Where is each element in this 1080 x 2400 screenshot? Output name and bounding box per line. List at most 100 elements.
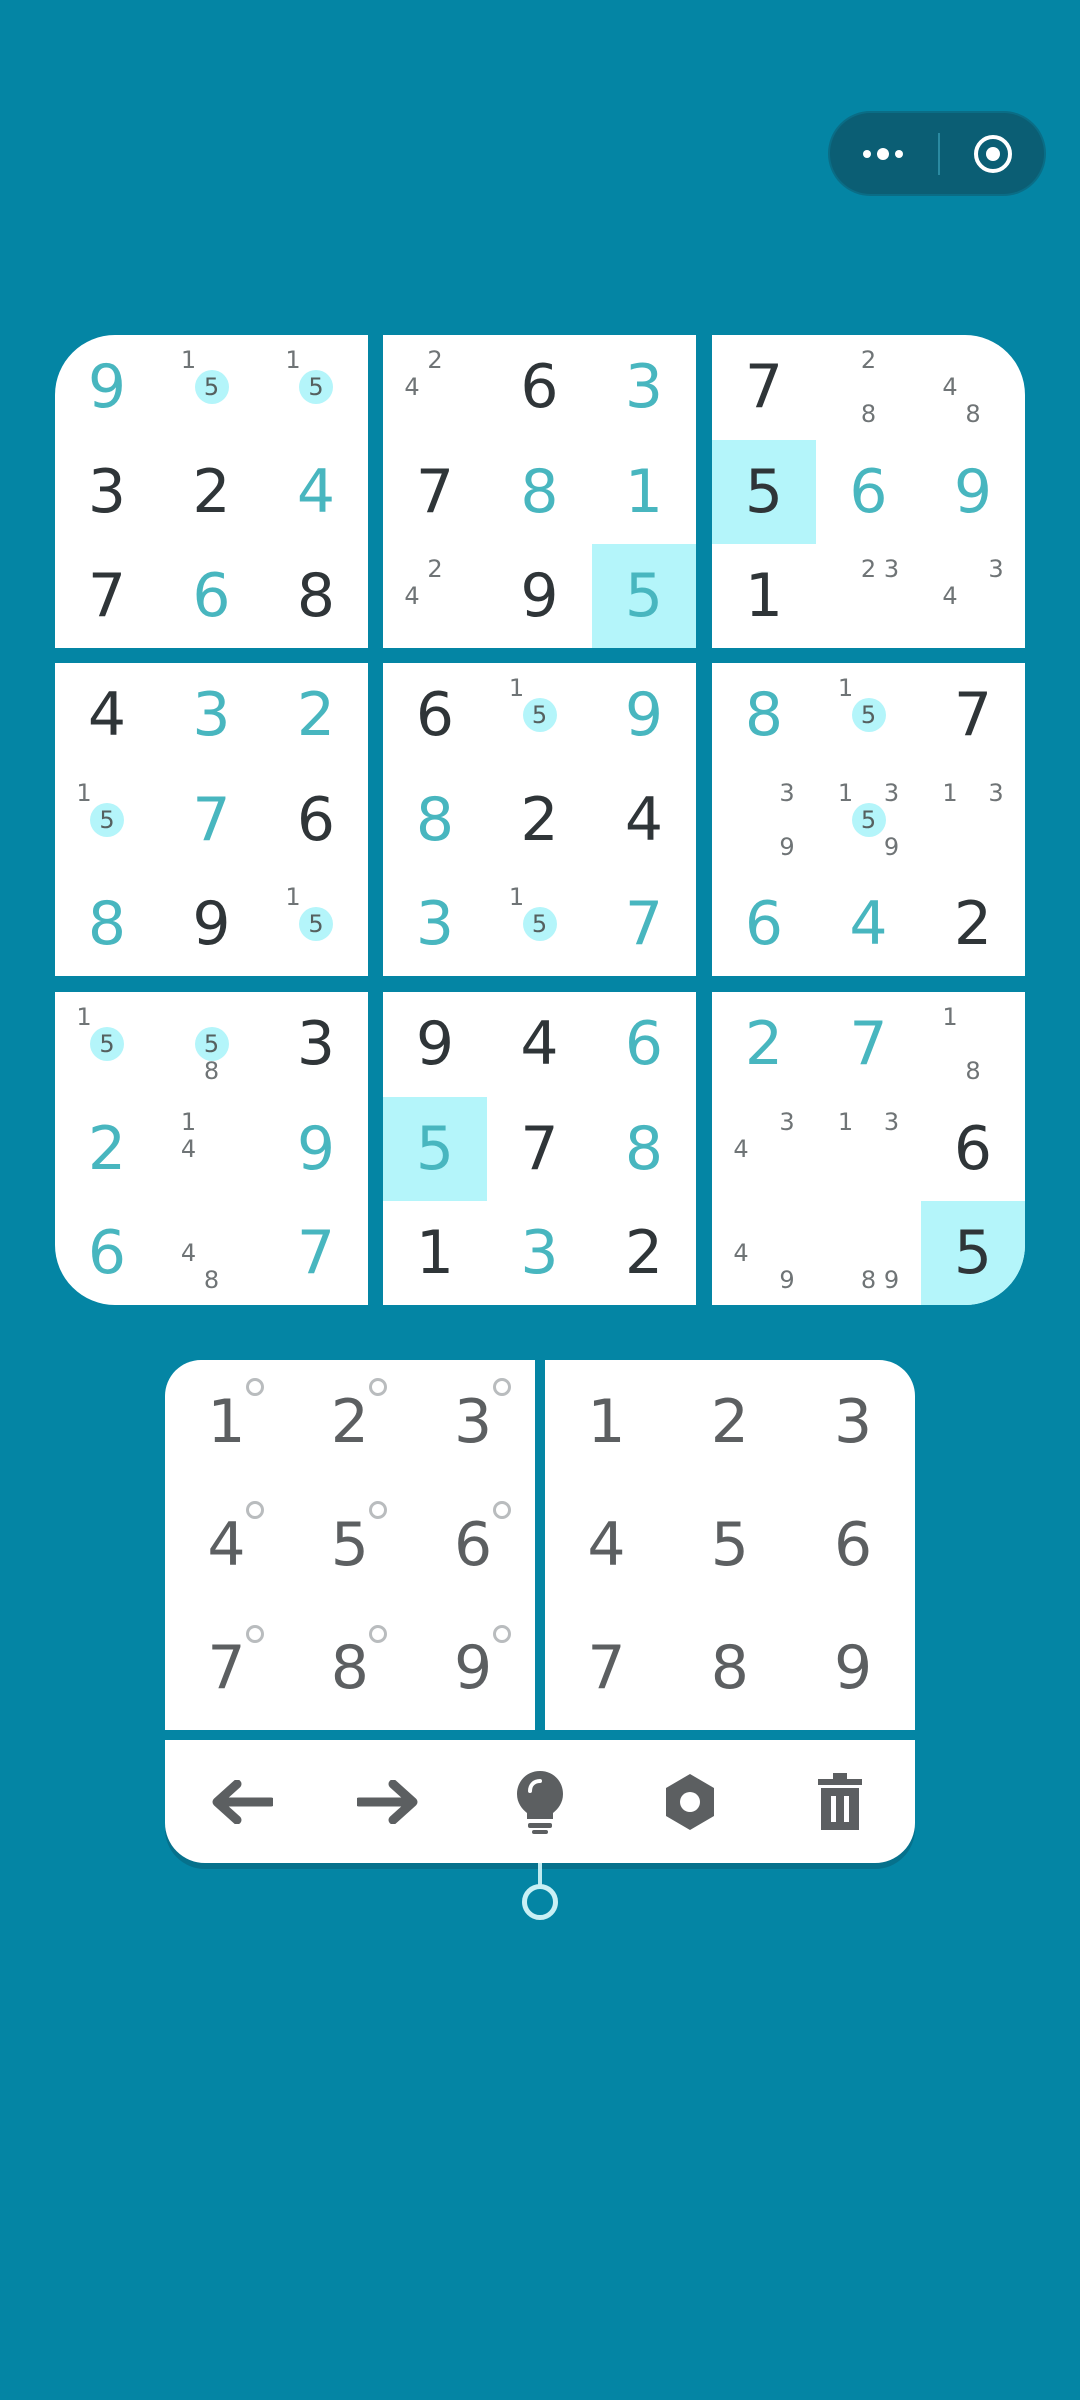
note-key-7[interactable]: 7	[165, 1607, 288, 1730]
sudoku-cell[interactable]: 1	[592, 440, 696, 544]
sudoku-cell[interactable]: 6	[817, 440, 921, 544]
sudoku-cell[interactable]: 89	[817, 1201, 921, 1305]
number-key-5[interactable]: 5	[668, 1483, 791, 1606]
redo-button[interactable]	[315, 1740, 465, 1863]
sudoku-cell[interactable]: 5	[383, 1096, 487, 1201]
sudoku-cell[interactable]: 7	[488, 1097, 592, 1201]
number-key-6[interactable]: 6	[792, 1483, 915, 1606]
sudoku-cell[interactable]: 4	[488, 992, 592, 1096]
sudoku-cell[interactable]: 15	[264, 872, 368, 976]
sudoku-cell[interactable]: 13	[817, 1097, 921, 1201]
sudoku-cell[interactable]: 49	[712, 1201, 816, 1305]
number-key-3[interactable]: 3	[792, 1360, 915, 1483]
sudoku-cell[interactable]: 3	[160, 663, 264, 767]
number-key-1[interactable]: 1	[545, 1360, 668, 1483]
sudoku-cell[interactable]: 9	[383, 992, 487, 1096]
sudoku-cell[interactable]: 6	[55, 1201, 159, 1305]
sudoku-cell[interactable]: 2	[488, 768, 592, 872]
number-key-8[interactable]: 8	[668, 1607, 791, 1730]
sudoku-cell[interactable]: 7	[264, 1201, 368, 1305]
sudoku-cell[interactable]: 1359	[817, 768, 921, 872]
sudoku-cell[interactable]: 7	[921, 663, 1025, 767]
number-key-2[interactable]: 2	[668, 1360, 791, 1483]
sudoku-cell[interactable]: 3	[592, 335, 696, 439]
sudoku-cell[interactable]: 4	[592, 768, 696, 872]
sudoku-cell[interactable]: 43	[921, 544, 1025, 648]
sudoku-cell[interactable]: 3	[55, 440, 159, 544]
sudoku-cell[interactable]: 6	[488, 335, 592, 439]
sudoku-cell[interactable]: 9	[160, 872, 264, 976]
sudoku-cell[interactable]: 2	[160, 440, 264, 544]
sudoku-cell[interactable]: 15	[488, 663, 592, 767]
sudoku-cell[interactable]: 9	[55, 335, 159, 439]
note-key-6[interactable]: 6	[412, 1483, 535, 1606]
sudoku-cell[interactable]: 7	[160, 768, 264, 872]
sudoku-cell[interactable]: 6	[592, 992, 696, 1096]
sudoku-cell[interactable]: 3	[488, 1201, 592, 1305]
sudoku-cell[interactable]: 13	[921, 768, 1025, 872]
sudoku-cell[interactable]: 23	[817, 544, 921, 648]
sudoku-cell[interactable]: 58	[160, 992, 264, 1096]
sudoku-cell[interactable]: 7	[592, 872, 696, 976]
note-key-4[interactable]: 4	[165, 1483, 288, 1606]
sudoku-cell[interactable]: 7	[712, 335, 816, 439]
sudoku-cell[interactable]: 5	[712, 439, 816, 544]
sudoku-cell[interactable]: 28	[817, 335, 921, 439]
note-key-9[interactable]: 9	[412, 1607, 535, 1730]
sudoku-cell[interactable]: 8	[383, 768, 487, 872]
sudoku-cell[interactable]: 8	[712, 663, 816, 767]
sudoku-cell[interactable]: 3	[383, 872, 487, 976]
hint-button[interactable]	[465, 1740, 615, 1863]
sudoku-cell[interactable]: 18	[921, 992, 1025, 1096]
number-key-9[interactable]: 9	[792, 1607, 915, 1730]
sudoku-cell[interactable]: 42	[383, 544, 487, 648]
note-key-2[interactable]: 2	[288, 1360, 411, 1483]
sudoku-cell[interactable]: 8	[592, 1097, 696, 1201]
sudoku-cell[interactable]: 8	[55, 872, 159, 976]
sudoku-cell[interactable]: 2	[921, 872, 1025, 976]
sudoku-cell[interactable]: 6	[160, 544, 264, 648]
sudoku-cell[interactable]: 2	[712, 992, 816, 1096]
note-key-1[interactable]: 1	[165, 1360, 288, 1483]
sudoku-cell[interactable]: 4	[264, 440, 368, 544]
sudoku-cell[interactable]: 42	[383, 335, 487, 439]
note-key-5[interactable]: 5	[288, 1483, 411, 1606]
sudoku-cell[interactable]: 7	[55, 544, 159, 648]
sudoku-cell[interactable]: 5	[592, 544, 696, 648]
sudoku-cell[interactable]: 4	[55, 663, 159, 767]
drag-handle[interactable]	[522, 1884, 558, 1920]
sudoku-cell[interactable]: 6	[264, 768, 368, 872]
sudoku-cell[interactable]: 15	[488, 872, 592, 976]
sudoku-cell[interactable]: 1	[712, 544, 816, 648]
more-button[interactable]	[830, 113, 936, 194]
note-key-3[interactable]: 3	[412, 1360, 535, 1483]
sudoku-cell[interactable]: 8	[488, 440, 592, 544]
sudoku-cell[interactable]: 48	[921, 335, 1025, 439]
sudoku-cell[interactable]: 43	[712, 1097, 816, 1201]
undo-button[interactable]	[165, 1740, 315, 1863]
sudoku-cell[interactable]: 15	[55, 768, 159, 872]
sudoku-cell[interactable]: 15	[160, 335, 264, 439]
sudoku-cell[interactable]: 14	[160, 1097, 264, 1201]
sudoku-cell[interactable]: 15	[817, 663, 921, 767]
settings-button[interactable]	[615, 1740, 765, 1863]
number-key-4[interactable]: 4	[545, 1483, 668, 1606]
delete-button[interactable]	[765, 1740, 915, 1863]
sudoku-cell[interactable]: 9	[488, 544, 592, 648]
sudoku-cell[interactable]: 2	[55, 1097, 159, 1201]
sudoku-cell[interactable]: 48	[160, 1201, 264, 1305]
sudoku-cell[interactable]: 6	[921, 1097, 1025, 1201]
sudoku-cell[interactable]: 9	[264, 1097, 368, 1201]
sudoku-cell[interactable]: 6	[712, 872, 816, 976]
note-key-8[interactable]: 8	[288, 1607, 411, 1730]
close-button[interactable]	[940, 113, 1046, 194]
sudoku-cell[interactable]: 15	[55, 992, 159, 1096]
sudoku-cell[interactable]: 1	[383, 1201, 487, 1305]
sudoku-cell[interactable]: 7	[383, 440, 487, 544]
sudoku-cell[interactable]: 2	[264, 663, 368, 767]
sudoku-cell[interactable]: 3	[264, 992, 368, 1096]
sudoku-cell[interactable]: 9	[592, 663, 696, 767]
number-key-7[interactable]: 7	[545, 1607, 668, 1730]
sudoku-cell[interactable]: 15	[264, 335, 368, 439]
sudoku-cell[interactable]: 2	[592, 1201, 696, 1305]
